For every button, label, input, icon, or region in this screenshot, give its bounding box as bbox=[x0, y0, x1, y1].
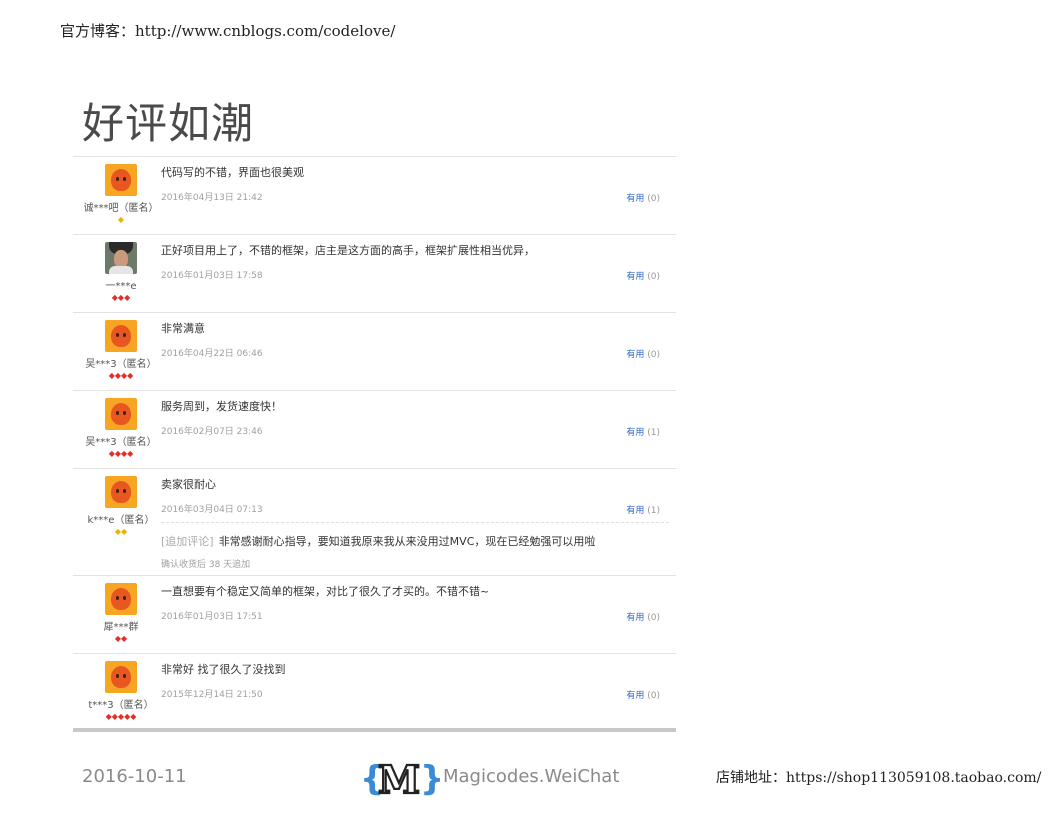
reviewer-level-badges: ◆◆◆ bbox=[111, 293, 131, 302]
reviewer-info: 犀***群 ◆◆ bbox=[73, 583, 169, 644]
reviewer-level-badges: ◆◆◆◆◆ bbox=[105, 712, 137, 721]
review-text: 非常满意 bbox=[161, 322, 205, 335]
scrollbar-track[interactable] bbox=[73, 728, 676, 732]
reviewer-name[interactable]: 吴***3（匿名） bbox=[73, 433, 169, 448]
useful-count: (0) bbox=[647, 691, 660, 701]
review-list: 诚***吧（匿名） ◆ 代码写的不错，界面也很美观 2016年04月13日 21… bbox=[73, 156, 676, 731]
review-content: 一直想要有个稳定又简单的框架，对比了很久了才买的。不错不错~ 2016年01月0… bbox=[161, 585, 671, 622]
review-date: 2015年12月14日 21:50 bbox=[161, 690, 263, 700]
magicodes-logo: { M } bbox=[360, 756, 442, 800]
review-text: 非常好 找了很久了没找到 bbox=[161, 663, 286, 676]
useful-vote[interactable]: 有用 (1) bbox=[626, 425, 660, 438]
avatar[interactable] bbox=[105, 661, 137, 693]
reviewer-info: 吴***3（匿名） ◆◆◆◆ bbox=[73, 320, 169, 381]
review-content: 服务周到，发货速度快！ 2016年02月07日 23:46 bbox=[161, 400, 671, 437]
useful-count: (1) bbox=[647, 506, 660, 516]
footer-date: 2016-10-11 bbox=[82, 766, 187, 787]
useful-count: (0) bbox=[647, 194, 660, 204]
useful-count: (0) bbox=[647, 350, 660, 360]
useful-vote[interactable]: 有用 (0) bbox=[626, 191, 660, 204]
reviewer-name[interactable]: 吴***3（匿名） bbox=[73, 355, 169, 370]
reviewer-name[interactable]: t***3（匿名） bbox=[73, 696, 169, 711]
review-text: 卖家很耐心 bbox=[161, 478, 216, 491]
reviewer-name[interactable]: 诚***吧（匿名） bbox=[73, 199, 169, 214]
logo-text: Magicodes.WeiChat bbox=[443, 766, 620, 787]
followup-review: [追加评论] 非常感谢耐心指导，要知道我原来我从来没用过MVC，现在已经勉强可以… bbox=[161, 522, 669, 570]
review-item: 吴***3（匿名） ◆◆◆◆ 服务周到，发货速度快！ 2016年02月07日 2… bbox=[73, 391, 676, 469]
useful-link[interactable]: 有用 bbox=[626, 350, 644, 360]
review-item: 吴***3（匿名） ◆◆◆◆ 非常满意 2016年04月22日 06:46 有用… bbox=[73, 313, 676, 391]
useful-vote[interactable]: 有用 (0) bbox=[626, 347, 660, 360]
reviewer-info: k***e（匿名） ◆◆ bbox=[73, 476, 169, 537]
review-content: 非常好 找了很久了没找到 2015年12月14日 21:50 bbox=[161, 663, 671, 700]
review-content: 正好项目用上了，不错的框架，店主是这方面的高手，框架扩展性相当优异， 2016年… bbox=[161, 244, 671, 281]
shop-url-label: 店铺地址：https://shop113059108.taobao.com/ bbox=[716, 770, 1042, 786]
avatar[interactable] bbox=[105, 583, 137, 615]
avatar[interactable] bbox=[105, 242, 137, 274]
useful-vote[interactable]: 有用 (0) bbox=[626, 610, 660, 623]
blog-url-label: 官方博客：http://www.cnblogs.com/codelove/ bbox=[60, 22, 396, 40]
logo-letter: M bbox=[378, 757, 420, 800]
review-content: 代码写的不错，界面也很美观 2016年04月13日 21:42 bbox=[161, 166, 671, 203]
reviewer-name[interactable]: 犀***群 bbox=[73, 618, 169, 633]
slide-title: 好评如潮 bbox=[82, 99, 255, 148]
useful-count: (0) bbox=[647, 272, 660, 282]
followup-tag: [追加评论] bbox=[161, 535, 214, 548]
review-content: 卖家很耐心 2016年03月04日 07:13 bbox=[161, 478, 671, 515]
useful-link[interactable]: 有用 bbox=[626, 613, 644, 623]
useful-link[interactable]: 有用 bbox=[626, 194, 644, 204]
followup-text: 非常感谢耐心指导，要知道我原来我从来没用过MVC，现在已经勉强可以用啦 bbox=[218, 535, 596, 548]
reviewer-info: 一***e ◆◆◆ bbox=[73, 242, 169, 303]
avatar[interactable] bbox=[105, 476, 137, 508]
review-text: 代码写的不错，界面也很美观 bbox=[161, 166, 304, 179]
useful-vote[interactable]: 有用 (0) bbox=[626, 688, 660, 701]
useful-link[interactable]: 有用 bbox=[626, 506, 644, 516]
review-text: 正好项目用上了，不错的框架，店主是这方面的高手，框架扩展性相当优异， bbox=[161, 244, 535, 257]
useful-count: (0) bbox=[647, 613, 660, 623]
reviewer-info: t***3（匿名） ◆◆◆◆◆ bbox=[73, 661, 169, 722]
review-item: k***e（匿名） ◆◆ 卖家很耐心 2016年03月04日 07:13 有用 … bbox=[73, 469, 676, 576]
review-date: 2016年04月22日 06:46 bbox=[161, 349, 263, 359]
useful-vote[interactable]: 有用 (0) bbox=[626, 269, 660, 282]
useful-count: (1) bbox=[647, 428, 660, 438]
reviewer-info: 诚***吧（匿名） ◆ bbox=[73, 164, 169, 225]
reviewer-level-badges: ◆◆◆◆ bbox=[108, 449, 134, 458]
reviewer-info: 吴***3（匿名） ◆◆◆◆ bbox=[73, 398, 169, 459]
useful-link[interactable]: 有用 bbox=[626, 272, 644, 282]
review-date: 2016年02月07日 23:46 bbox=[161, 427, 263, 437]
review-date: 2016年04月13日 21:42 bbox=[161, 193, 263, 203]
reviewer-level-badges: ◆◆ bbox=[114, 527, 128, 536]
review-item: 犀***群 ◆◆ 一直想要有个稳定又简单的框架，对比了很久了才买的。不错不错~ … bbox=[73, 576, 676, 654]
review-item: t***3（匿名） ◆◆◆◆◆ 非常好 找了很久了没找到 2015年12月14日… bbox=[73, 654, 676, 731]
review-date: 2016年01月03日 17:58 bbox=[161, 271, 263, 281]
avatar[interactable] bbox=[105, 398, 137, 430]
review-item: 一***e ◆◆◆ 正好项目用上了，不错的框架，店主是这方面的高手，框架扩展性相… bbox=[73, 235, 676, 313]
review-date: 2016年01月03日 17:51 bbox=[161, 612, 263, 622]
reviewer-level-badges: ◆◆ bbox=[114, 634, 128, 643]
reviewer-level-badges: ◆◆◆◆ bbox=[108, 371, 134, 380]
followup-note: 确认收货后 38 天追加 bbox=[161, 560, 251, 570]
reviewer-level-badges: ◆ bbox=[117, 215, 125, 224]
logo-right-brace-icon: } bbox=[420, 759, 442, 799]
review-text: 服务周到，发货速度快！ bbox=[161, 400, 282, 413]
review-content: 非常满意 2016年04月22日 06:46 bbox=[161, 322, 671, 359]
reviewer-name[interactable]: k***e（匿名） bbox=[73, 511, 169, 526]
useful-link[interactable]: 有用 bbox=[626, 428, 644, 438]
useful-link[interactable]: 有用 bbox=[626, 691, 644, 701]
review-item: 诚***吧（匿名） ◆ 代码写的不错，界面也很美观 2016年04月13日 21… bbox=[73, 157, 676, 235]
useful-vote[interactable]: 有用 (1) bbox=[626, 503, 660, 516]
review-text: 一直想要有个稳定又简单的框架，对比了很久了才买的。不错不错~ bbox=[161, 585, 490, 598]
avatar[interactable] bbox=[105, 320, 137, 352]
reviewer-name[interactable]: 一***e bbox=[73, 277, 169, 292]
review-date: 2016年03月04日 07:13 bbox=[161, 505, 263, 515]
avatar[interactable] bbox=[105, 164, 137, 196]
